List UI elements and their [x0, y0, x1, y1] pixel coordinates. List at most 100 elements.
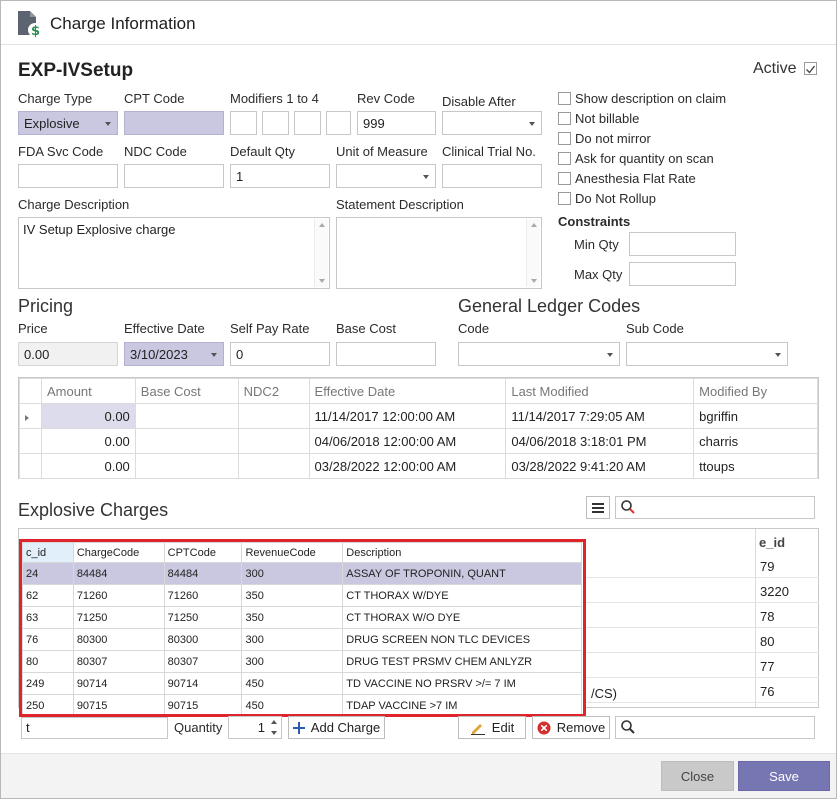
lookup-row[interactable]: 63 71250 71250 350 CT THORAX W/O DYE: [22, 606, 582, 629]
table-row[interactable]: 0.00 11/14/2017 12:00:00 AM 11/14/2017 7:2…: [19, 403, 818, 429]
column-header[interactable]: CPTCode: [163, 542, 243, 563]
explosive-search-input[interactable]: [615, 496, 815, 519]
max-qty-input[interactable]: [629, 262, 736, 286]
edit-label: Edit: [491, 720, 515, 735]
table-cell: [134, 403, 239, 429]
table-cell: 11/14/2017 12:00:00 AM: [308, 403, 507, 429]
gl-code-select[interactable]: [458, 342, 620, 366]
column-header[interactable]: c_id: [22, 542, 74, 563]
cpt-code-input[interactable]: [124, 111, 224, 135]
close-button[interactable]: Close: [661, 761, 734, 791]
active-checkbox[interactable]: [804, 62, 817, 75]
lookup-cell: TDAP VACCINE >7 IM: [342, 694, 582, 714]
modifier-2-input[interactable]: [262, 111, 289, 135]
self-pay-rate-input[interactable]: 0: [230, 342, 330, 366]
charge-search-input[interactable]: t: [21, 717, 168, 739]
option-checkbox[interactable]: [558, 172, 571, 185]
clinical-trial-label: Clinical Trial No.: [442, 144, 536, 159]
charge-type-select[interactable]: Explosive: [18, 111, 118, 135]
modifier-4-input[interactable]: [326, 111, 351, 135]
lookup-cell: 80: [22, 650, 74, 673]
clinical-trial-input[interactable]: [442, 164, 542, 188]
menu-button[interactable]: [586, 496, 610, 519]
remove-button[interactable]: Remove: [532, 716, 610, 739]
search-icon: [621, 500, 635, 514]
option-checkbox[interactable]: [558, 132, 571, 145]
option-label: Ask for quantity on scan: [575, 151, 714, 166]
charge-description-textarea[interactable]: IV Setup Explosive charge: [18, 217, 330, 289]
column-header[interactable]: Base Cost: [134, 378, 239, 404]
lookup-header-row: c_id ChargeCode CPTCode RevenueCode Desc…: [22, 542, 582, 563]
lookup-row[interactable]: 249 90714 90714 450 TD VACCINE NO PRSRV >/= …: [22, 672, 582, 695]
scrollbar[interactable]: [314, 219, 328, 287]
gl-subcode-label: Sub Code: [626, 321, 684, 336]
modifier-3-input[interactable]: [294, 111, 321, 135]
disable-after-label: Disable After: [442, 94, 516, 109]
table-cell: [134, 428, 239, 454]
plus-icon: [292, 721, 305, 734]
lookup-cell: 300: [241, 628, 344, 651]
table-cell: 0.00: [40, 453, 136, 479]
row-indicator: [19, 403, 42, 429]
rev-code-input[interactable]: 999: [357, 111, 436, 135]
min-qty-input[interactable]: [629, 232, 736, 256]
lookup-cell: 90715: [163, 694, 243, 714]
statement-description-textarea[interactable]: [336, 217, 542, 289]
charge-description-label: Charge Description: [18, 197, 130, 212]
base-cost-input[interactable]: [336, 342, 436, 366]
modifier-1-input[interactable]: [230, 111, 257, 135]
column-header[interactable]: ChargeCode: [72, 542, 165, 563]
table-row[interactable]: 0.00 03/28/2022 12:00:00 AM 03/28/2022 9:4…: [19, 453, 818, 479]
unit-of-measure-select[interactable]: [336, 164, 436, 188]
column-header[interactable]: Last Modified: [505, 378, 695, 404]
column-header[interactable]: NDC2: [237, 378, 310, 404]
option-label: Do Not Rollup: [575, 191, 656, 206]
lookup-cell: 80307: [72, 650, 165, 673]
self-pay-rate-label: Self Pay Rate: [230, 321, 310, 336]
save-button[interactable]: Save: [738, 761, 830, 791]
column-header[interactable]: Modified By: [693, 378, 818, 404]
charges-filter-input[interactable]: [615, 716, 815, 739]
disable-after-select[interactable]: [442, 111, 542, 135]
gl-subcode-select[interactable]: [626, 342, 788, 366]
lookup-cell: 300: [241, 562, 344, 585]
e-id-header[interactable]: e_id: [759, 535, 785, 550]
effective-date-picker[interactable]: 3/10/2023: [124, 342, 224, 366]
price-input[interactable]: 0.00: [18, 342, 118, 366]
charge-type-value: Explosive: [24, 116, 80, 131]
ndc-code-label: NDC Code: [124, 144, 187, 159]
table-cell: 03/28/2022 9:41:20 AM: [505, 453, 695, 479]
option-checkbox[interactable]: [558, 92, 571, 105]
option-checkbox[interactable]: [558, 192, 571, 205]
stepper-up-icon[interactable]: [271, 720, 277, 724]
column-header[interactable]: Description: [342, 542, 582, 563]
lookup-row[interactable]: 62 71260 71260 350 CT THORAX W/DYE: [22, 584, 582, 607]
default-qty-input[interactable]: 1: [230, 164, 330, 188]
chevron-down-icon: [105, 122, 111, 126]
column-header[interactable]: RevenueCode: [241, 542, 344, 563]
quantity-stepper[interactable]: 1: [228, 716, 282, 739]
option-checkbox[interactable]: [558, 152, 571, 165]
scrollbar[interactable]: [526, 219, 540, 287]
add-charge-button[interactable]: Add Charge: [288, 716, 385, 739]
charge-lookup-dropdown: c_id ChargeCode CPTCode RevenueCode Desc…: [19, 539, 586, 717]
chevron-down-icon: [211, 353, 217, 357]
lookup-row[interactable]: 76 80300 80300 300 DRUG SCREEN NON TLC DEVIC…: [22, 628, 582, 651]
column-header[interactable]: Amount: [40, 378, 136, 404]
lookup-row[interactable]: 80 80307 80307 300 DRUG TEST PRSMV CHEM ANLY…: [22, 650, 582, 673]
lookup-cell: ASSAY OF TROPONIN, QUANT: [342, 562, 582, 585]
lookup-cell: 90714: [72, 672, 165, 695]
table-row[interactable]: 0.00 04/06/2018 12:00:00 AM 04/06/2018 3:1…: [19, 428, 818, 454]
edit-button[interactable]: Edit: [458, 716, 526, 739]
constraints-title: Constraints: [558, 214, 631, 229]
option-checkbox[interactable]: [558, 112, 571, 125]
table-cell: 11/14/2017 7:29:05 AM: [505, 403, 695, 429]
fda-svc-code-input[interactable]: [18, 164, 118, 188]
e-id-cell: 3220: [760, 584, 789, 599]
e-id-cell: 79: [760, 559, 775, 574]
lookup-row[interactable]: 24 84484 84484 300 ASSAY OF TROPONIN, QUANT: [22, 562, 582, 585]
stepper-down-icon[interactable]: [271, 731, 277, 735]
column-header[interactable]: Effective Date: [308, 378, 507, 404]
ndc-code-input[interactable]: [124, 164, 224, 188]
lookup-row[interactable]: 250 90715 90715 450 TDAP VACCINE >7 IM: [22, 694, 582, 714]
